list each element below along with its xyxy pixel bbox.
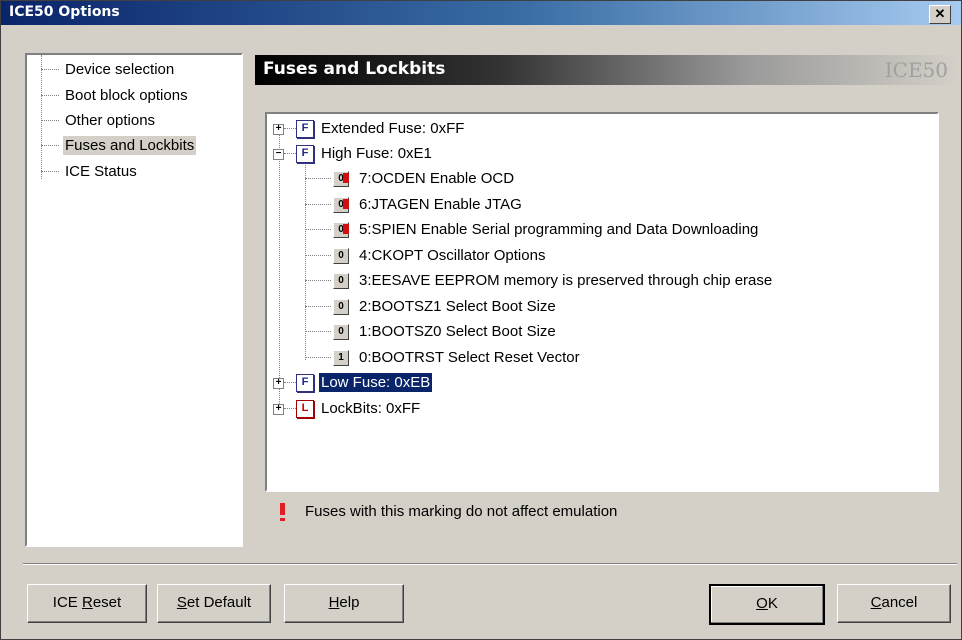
window-title: ICE50 Options (9, 4, 120, 20)
tree-node-low-fuse[interactable]: + F Low Fuse: 0xEB (273, 372, 573, 394)
page-title: Fuses and Lockbits (263, 59, 446, 79)
ice-reset-button[interactable]: ICE Reset (27, 584, 147, 623)
fuse-bit-label: 7:OCDEN Enable OCD (359, 170, 515, 187)
fuse-bit-label: 0:BOOTRST Select Reset Vector (359, 349, 580, 366)
fuse-bit-row[interactable]: 0 4:CKOPT Oscillator Options (299, 245, 919, 267)
legend-note: Fuses with this marking do not affect em… (305, 503, 618, 520)
close-button[interactable]: ✕ (929, 5, 951, 24)
fuse-bit-label: 1:BOOTSZ0 Select Boot Size (359, 323, 556, 340)
help-button[interactable]: Help (284, 584, 404, 623)
options-nav-tree: Device selection Boot block options Othe… (25, 53, 243, 547)
fuse-bit-row[interactable]: 1 0:BOOTRST Select Reset Vector (299, 347, 919, 369)
collapse-icon[interactable]: − (273, 149, 284, 160)
fuse-bit-row[interactable]: 0 1:BOOTSZ0 Select Boot Size (299, 321, 919, 343)
close-icon: ✕ (934, 6, 946, 21)
fuse-bit-label: 5:SPIEN Enable Serial programming and Da… (359, 221, 759, 238)
no-emulation-mark-icon (343, 173, 349, 183)
fuse-bit-row[interactable]: 0 3:EESAVE EEPROM memory is preserved th… (299, 270, 919, 292)
set-default-button[interactable]: Set Default (157, 584, 271, 623)
nav-tree-line (41, 55, 42, 179)
no-emulation-mark-icon (343, 199, 349, 209)
bit-value-icon: 1 (333, 350, 349, 366)
fuse-icon: F (296, 374, 314, 392)
expand-icon[interactable]: + (273, 404, 284, 415)
fuse-bit-label: 6:JTAGEN Enable JTAG (359, 196, 522, 213)
nav-item-label: Other options (65, 112, 156, 129)
bit-value-icon: 0 (333, 324, 349, 340)
ok-button[interactable]: OK (709, 584, 825, 625)
cancel-button[interactable]: Cancel (837, 584, 951, 623)
options-dialog: ICE50 Options ✕ Device selection Boot bl… (0, 0, 962, 640)
no-emulation-mark-icon (343, 224, 349, 234)
fuse-icon: F (296, 145, 314, 163)
tree-node-extended-fuse[interactable]: + F Extended Fuse: 0xFF (273, 118, 573, 140)
brand-label: ICE50 (884, 58, 948, 82)
node-label: Extended Fuse: 0xFF (321, 120, 465, 137)
lockbits-icon: L (296, 400, 314, 418)
tree-line (279, 126, 280, 410)
fuse-bit-label: 2:BOOTSZ1 Select Boot Size (359, 298, 556, 315)
page-header: Fuses and Lockbits ICE50 (255, 55, 958, 85)
fuse-tree[interactable]: + F Extended Fuse: 0xFF − F High Fuse: 0… (265, 112, 939, 492)
expand-icon[interactable]: + (273, 378, 284, 389)
bit-value-icon: 0 (333, 248, 349, 264)
fuse-bit-label: 4:CKOPT Oscillator Options (359, 247, 546, 264)
nav-item-label: Boot block options (65, 87, 188, 104)
tree-node-high-fuse[interactable]: − F High Fuse: 0xE1 (273, 143, 573, 165)
node-label: LockBits: 0xFF (321, 400, 421, 417)
nav-item-label: Fuses and Lockbits (63, 136, 197, 155)
bit-value-icon: 0 (333, 273, 349, 289)
node-label: Low Fuse: 0xEB (319, 373, 433, 392)
nav-item-label: ICE Status (65, 163, 137, 180)
separator (23, 563, 957, 565)
no-emulation-mark-dot (280, 518, 285, 521)
bit-value-icon: 0 (333, 299, 349, 315)
fuse-icon: F (296, 120, 314, 138)
fuse-bit-row[interactable]: 0 6:JTAGEN Enable JTAG (299, 194, 919, 216)
expand-icon[interactable]: + (273, 124, 284, 135)
tree-node-lockbits[interactable]: + L LockBits: 0xFF (273, 398, 573, 420)
fuse-bit-row[interactable]: 0 2:BOOTSZ1 Select Boot Size (299, 296, 919, 318)
no-emulation-mark-icon (280, 503, 285, 515)
title-bar[interactable]: ICE50 Options ✕ (1, 1, 961, 25)
fuse-bit-row[interactable]: 0 5:SPIEN Enable Serial programming and … (299, 219, 919, 241)
fuse-bit-label: 3:EESAVE EEPROM memory is preserved thro… (359, 272, 773, 289)
fuse-bit-row[interactable]: 0 7:OCDEN Enable OCD (299, 168, 919, 190)
nav-item-label: Device selection (65, 61, 175, 78)
node-label: High Fuse: 0xE1 (321, 145, 432, 162)
